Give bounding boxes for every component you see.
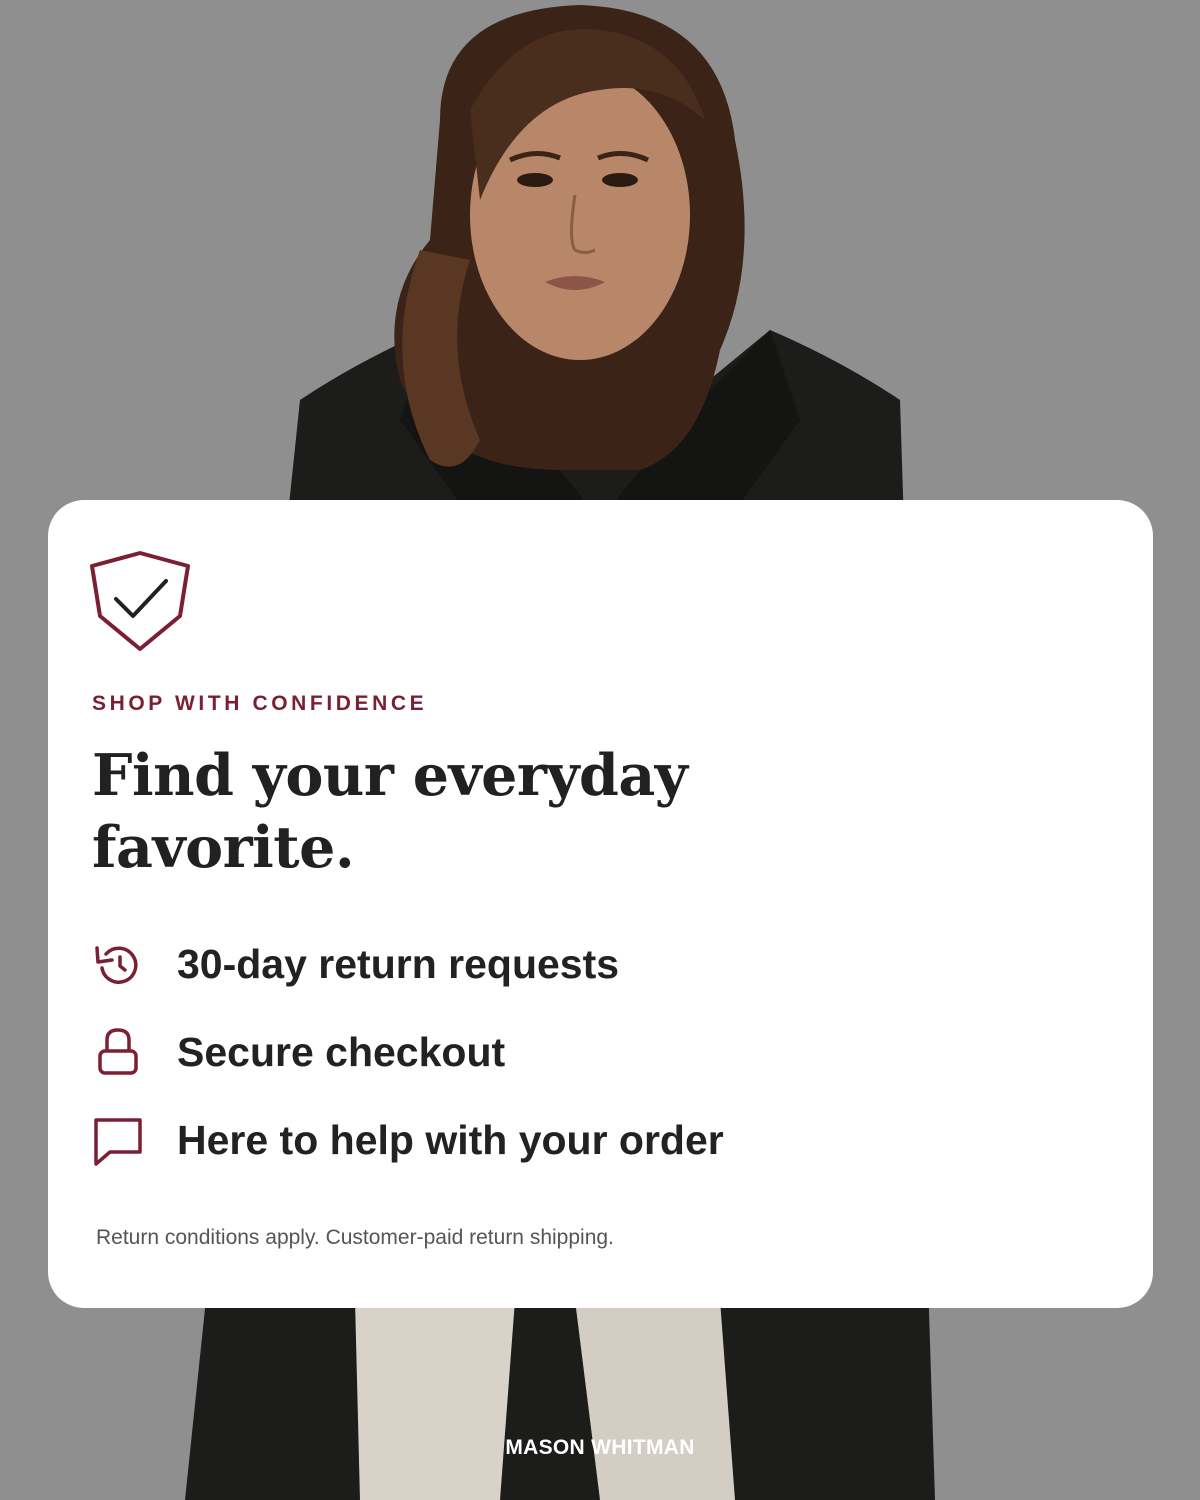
return-conditions-footnote: Return conditions apply. Customer-paid r… bbox=[96, 1226, 614, 1249]
eyebrow-label: SHOP WITH CONFIDENCE bbox=[92, 692, 428, 715]
feature-label: Secure checkout bbox=[177, 1028, 506, 1075]
feature-support: Here to help with your order bbox=[92, 1112, 724, 1168]
feature-secure-checkout: Secure checkout bbox=[92, 1024, 505, 1080]
shield-check-icon bbox=[88, 550, 192, 654]
confidence-card bbox=[48, 500, 1153, 1308]
lock-icon bbox=[92, 1026, 144, 1078]
brand-wordmark: MASON WHITMAN bbox=[505, 1436, 695, 1459]
feature-label: 30-day return requests bbox=[177, 940, 620, 987]
feature-label: Here to help with your order bbox=[177, 1116, 724, 1163]
feature-returns: 30-day return requests bbox=[92, 936, 619, 992]
chat-bubble-icon bbox=[92, 1114, 144, 1166]
return-arrow-icon bbox=[92, 938, 144, 990]
headline: Find your everyday favorite. bbox=[92, 742, 688, 881]
